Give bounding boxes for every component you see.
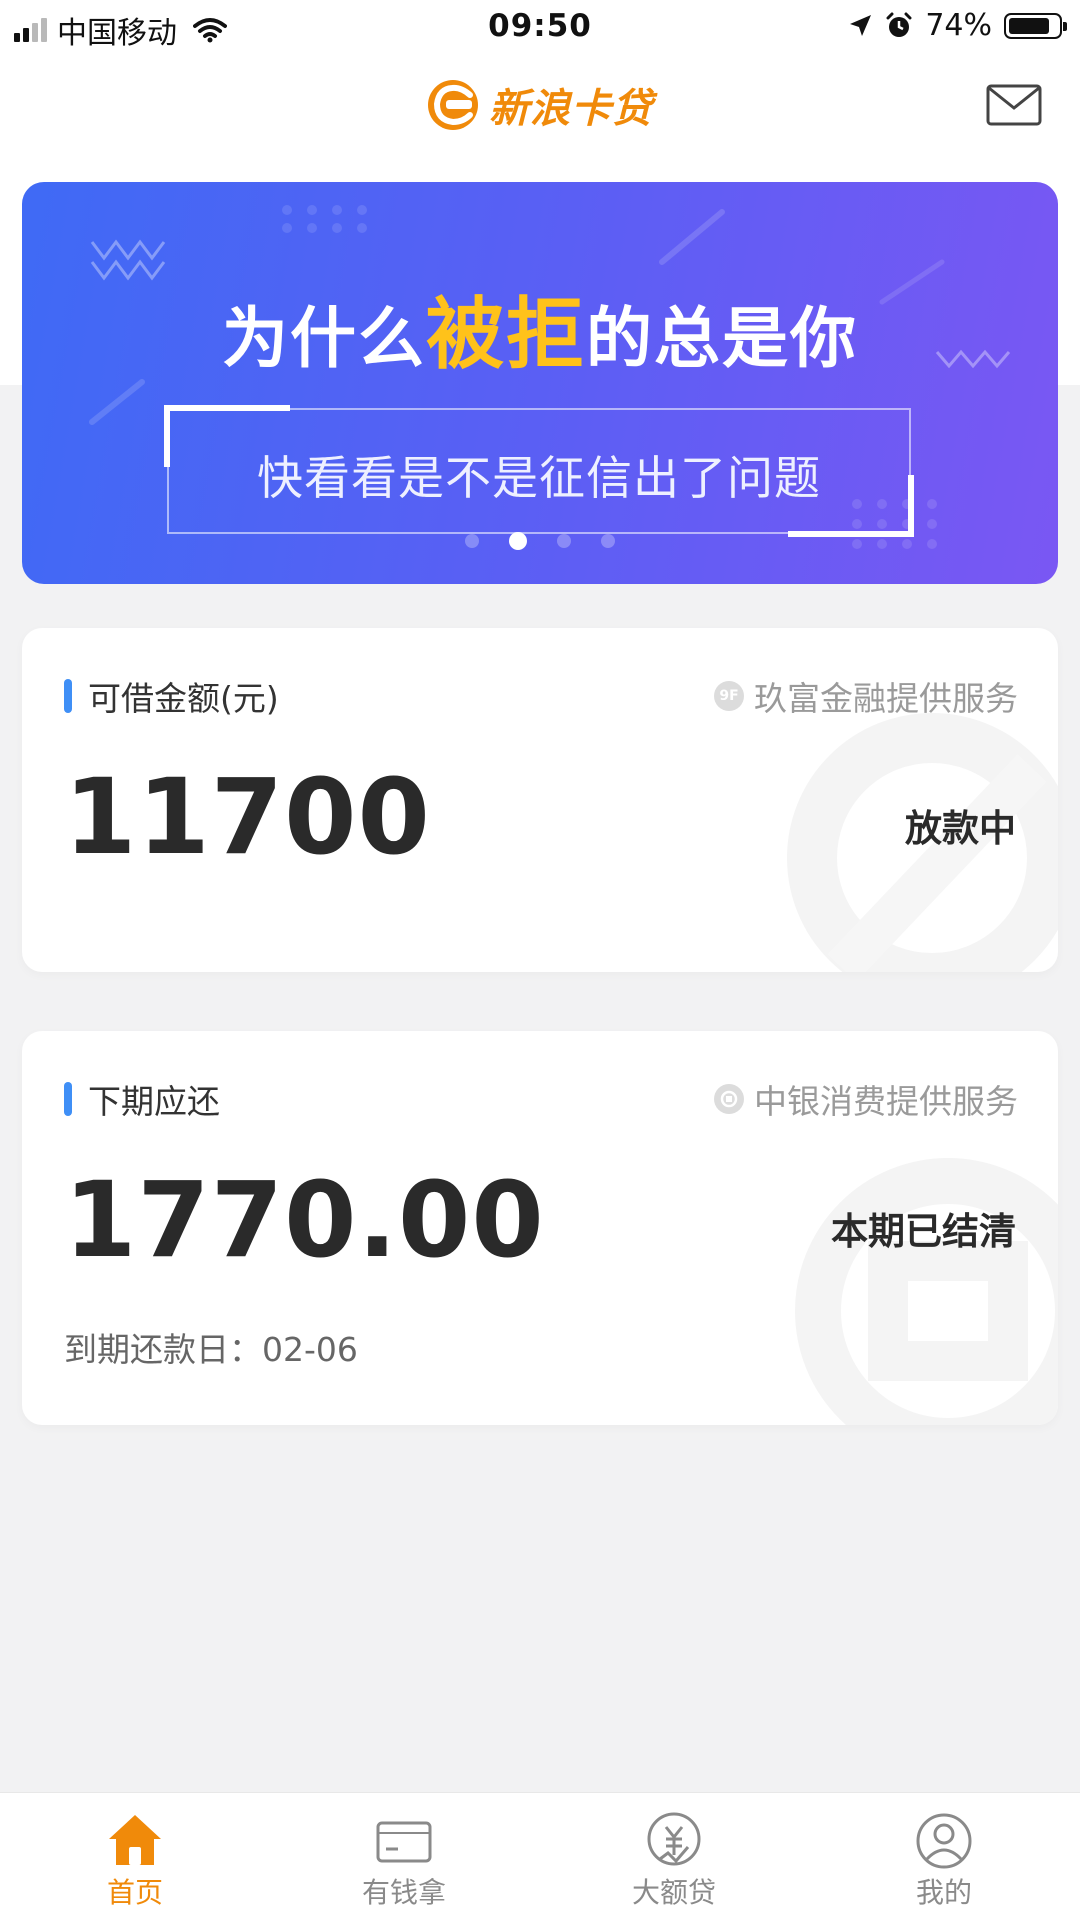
label-accent-bar xyxy=(64,1082,72,1116)
loan-card-label: 可借金额(元) xyxy=(64,672,279,720)
loan-provider-text: 玖富金融提供服务 xyxy=(754,679,1018,718)
loan-amount: 11700 xyxy=(64,756,431,878)
tab-profile-label: 我的 xyxy=(915,1876,972,1909)
brand-logo-icon xyxy=(428,80,478,130)
banner-subtitle: 快看看是不是征信出了问题 xyxy=(257,451,821,505)
tab-earn[interactable]: 有钱拿 xyxy=(304,1793,504,1920)
yuan-badge-icon xyxy=(647,1812,701,1866)
repayment-provider: 中银消费提供服务 xyxy=(714,1075,1018,1123)
mail-button[interactable] xyxy=(986,84,1042,126)
repayment-status: 本期已结清 xyxy=(831,1210,1016,1253)
status-right: 74% xyxy=(847,8,1067,43)
provider-logo-icon: 9F xyxy=(714,681,744,711)
status-bar: 中国移动 09:50 74% xyxy=(0,0,1080,54)
banner-pagination xyxy=(22,532,1058,550)
tab-home-label: 首页 xyxy=(106,1876,163,1909)
promo-banner[interactable]: 为什么被拒的总是你 快看看是不是征信出了问题 xyxy=(22,182,1058,584)
loan-provider: 9F 玖富金融提供服务 xyxy=(714,672,1018,720)
label-accent-bar xyxy=(64,679,72,713)
home-icon xyxy=(109,1815,161,1865)
battery-icon xyxy=(1004,12,1067,39)
repayment-card-label-text: 下期应还 xyxy=(88,1082,220,1121)
banner-dot[interactable] xyxy=(465,534,479,548)
card-icon xyxy=(376,1821,432,1863)
alarm-icon xyxy=(886,12,912,37)
repayment-card-label: 下期应还 xyxy=(64,1075,220,1123)
tab-home[interactable]: 首页 xyxy=(35,1793,235,1920)
repayment-amount: 1770.00 xyxy=(64,1159,545,1281)
tab-big-loan-label: 大额贷 xyxy=(631,1876,716,1909)
app-header: 新浪卡贷 xyxy=(0,54,1080,164)
loan-amount-card[interactable]: 可借金额(元) 9F 玖富金融提供服务 11700 放款中 xyxy=(22,628,1058,972)
banner-title-highlight: 被拒 xyxy=(425,290,586,380)
loan-status: 放款中 xyxy=(905,807,1016,850)
banner-dot[interactable] xyxy=(601,534,615,548)
app-screen: 中国移动 09:50 74% 新浪卡贷 为什么被拒的总是你 快看看是不是征信出了… xyxy=(0,0,1080,1920)
due-date-value: 02-06 xyxy=(262,1330,358,1369)
banner-title-part1: 为什么 xyxy=(221,300,426,377)
banner-title-part2: 的总是你 xyxy=(586,300,858,377)
banner-dot[interactable] xyxy=(557,534,571,548)
repayment-card[interactable]: 下期应还 中银消费提供服务 1770.00 本期已结清 到期还款日：02-06 xyxy=(22,1031,1058,1425)
provider-logo-icon xyxy=(714,1084,744,1114)
tab-earn-label: 有钱拿 xyxy=(361,1876,446,1909)
banner-title: 为什么被拒的总是你 xyxy=(22,272,1058,384)
provider-watermark xyxy=(795,1158,1058,1425)
user-icon xyxy=(916,1813,972,1869)
bottom-tab-bar: 首页 有钱拿 大额贷 我的 xyxy=(0,1792,1080,1920)
banner-subtitle-frame: 快看看是不是征信出了问题 xyxy=(164,405,914,537)
tab-profile[interactable]: 我的 xyxy=(844,1793,1044,1920)
loan-card-label-text: 可借金额(元) xyxy=(88,679,279,718)
brand-name: 新浪卡贷 xyxy=(489,86,653,132)
repayment-provider-text: 中银消费提供服务 xyxy=(754,1082,1018,1121)
location-arrow-icon xyxy=(850,14,872,36)
due-date-line: 到期还款日：02-06 xyxy=(64,1323,358,1371)
due-date-label: 到期还款日： xyxy=(64,1330,262,1369)
battery-percent: 74% xyxy=(925,8,992,43)
banner-dot[interactable] xyxy=(509,532,527,550)
brand-logo: 新浪卡贷 xyxy=(425,76,653,134)
tab-big-loan[interactable]: 大额贷 xyxy=(574,1793,774,1920)
mail-icon xyxy=(986,84,1042,126)
